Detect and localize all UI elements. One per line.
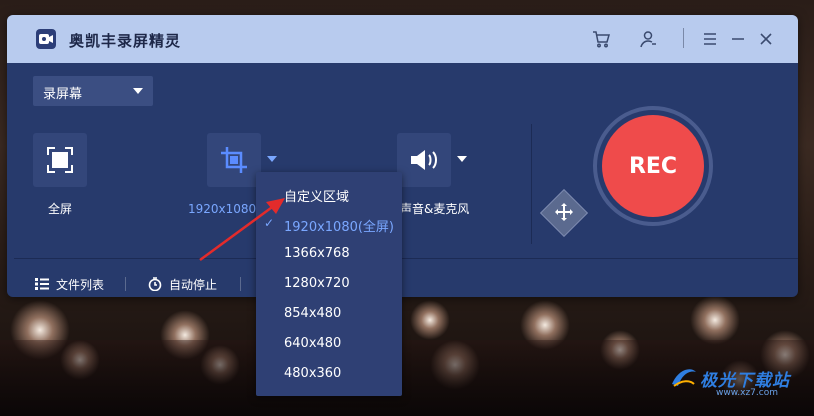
menu-item-480x360[interactable]: 480x360 [256, 360, 402, 390]
menu-icon[interactable] [699, 28, 721, 50]
file-list-button[interactable]: 文件列表 [35, 275, 104, 293]
speaker-icon [411, 150, 437, 170]
annotation-arrow [199, 198, 285, 262]
minimize-icon[interactable] [727, 28, 749, 50]
watermark-logo-icon [672, 369, 696, 387]
rec-button[interactable]: REC [602, 115, 704, 217]
bottom-divider [14, 258, 798, 259]
crop-icon [221, 147, 247, 173]
bottom-separator [125, 277, 126, 291]
user-icon[interactable] [637, 28, 659, 50]
menu-item-854x480[interactable]: 854x480 [256, 300, 402, 330]
file-list-label: 文件列表 [56, 277, 105, 292]
auto-stop-label: 自动停止 [169, 277, 218, 292]
app-window: 奥凯丰录屏精灵 录屏幕 全屏 1920x1080(全 声音&麦克风 REC 文件… [7, 15, 798, 297]
fullscreen-label: 全屏 [48, 202, 73, 216]
app-logo-icon [36, 29, 56, 49]
section-divider [531, 124, 532, 244]
cart-icon[interactable] [590, 28, 612, 50]
watermark-url: www.xz7.com [716, 388, 778, 398]
fullscreen-icon [47, 147, 73, 173]
auto-stop-button[interactable]: 自动停止 [148, 275, 217, 293]
titlebar-divider [683, 28, 684, 48]
audio-dropdown-icon[interactable] [457, 156, 467, 162]
move-icon[interactable] [550, 199, 578, 227]
region-dropdown-icon[interactable] [267, 156, 277, 162]
bottom-separator [240, 277, 241, 291]
audio-label: 声音&麦克风 [400, 202, 470, 216]
chevron-down-icon [133, 88, 143, 94]
timer-icon [148, 277, 162, 291]
mode-select-value: 录屏幕 [43, 87, 83, 102]
app-title: 奥凯丰录屏精灵 [69, 32, 182, 50]
list-icon [35, 278, 49, 290]
title-bar: 奥凯丰录屏精灵 [7, 15, 798, 63]
fullscreen-button[interactable] [33, 133, 87, 187]
region-button[interactable] [207, 133, 261, 187]
mode-select[interactable]: 录屏幕 [33, 76, 153, 106]
close-icon[interactable] [755, 28, 777, 50]
watermark: 极光下载站 www.xz7.com [668, 362, 808, 398]
menu-item-640x480[interactable]: 640x480 [256, 330, 402, 360]
menu-item-1280x720[interactable]: 1280x720 [256, 270, 402, 300]
audio-button[interactable] [397, 133, 451, 187]
